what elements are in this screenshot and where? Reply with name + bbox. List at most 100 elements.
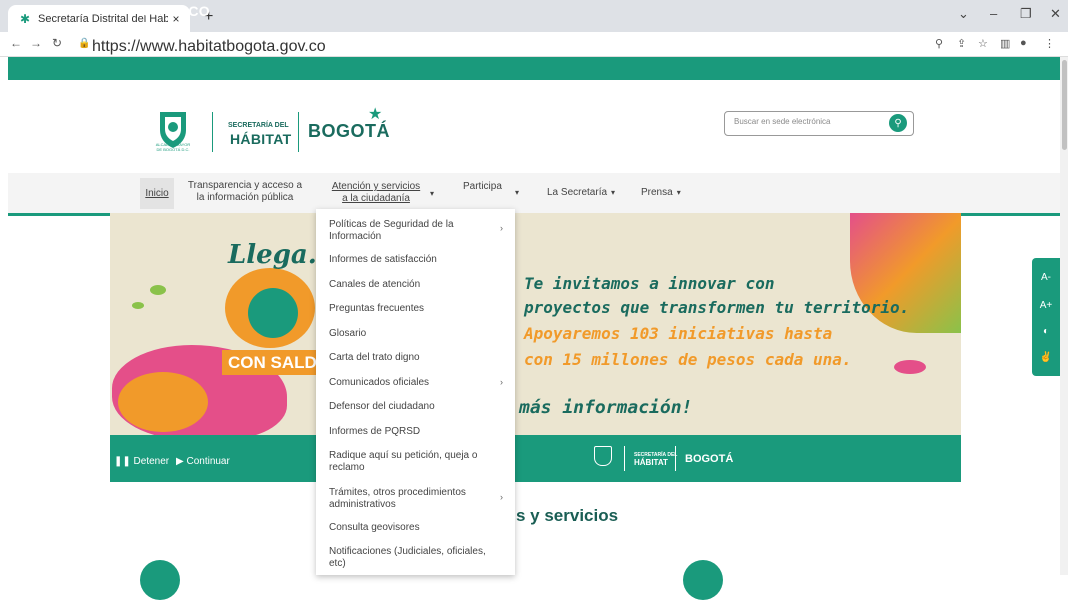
menu-item-label: Políticas de Seguridad de la bbox=[329, 219, 454, 230]
lock-icon[interactable]: 🔒 bbox=[78, 38, 90, 49]
menu-item-pqrsd[interactable]: Informes de PQRSD bbox=[329, 426, 499, 438]
banner-line: proyectos que transformen tu territorio. bbox=[524, 298, 910, 317]
menu-item-defensor[interactable]: Defensor del ciudadano bbox=[329, 401, 499, 413]
profile-icon[interactable]: ● bbox=[1020, 37, 1027, 49]
nav-secretaria-label: La Secretaría bbox=[547, 187, 608, 198]
menu-item-geovisores[interactable]: Consulta geovisores bbox=[329, 522, 499, 534]
play-icon: ▶ bbox=[176, 456, 187, 467]
forward-icon[interactable]: → bbox=[30, 36, 42, 50]
section-title: s y servicios bbox=[516, 506, 619, 525]
contrast-icon[interactable]: ◐ bbox=[1032, 326, 1060, 337]
menu-item-politicas[interactable]: Políticas de Seguridad de la Información bbox=[329, 219, 499, 243]
banner-decoration bbox=[248, 288, 298, 338]
banner-line: con 15 millones de pesos cada una. bbox=[524, 350, 852, 369]
slider-controls bbox=[110, 435, 961, 482]
nav-transparencia-line1: Transparencia y acceso a bbox=[187, 180, 303, 191]
nav-transparencia-line2: la información pública bbox=[196, 192, 294, 203]
nav-participa[interactable]: Participa bbox=[463, 181, 502, 193]
menu-item-tramites[interactable]: Trámites, otros procedimientos administra… bbox=[329, 487, 499, 511]
star-icon: ★ bbox=[368, 106, 383, 123]
chevron-down-icon: ▾ bbox=[611, 188, 616, 197]
menu-item-canales[interactable]: Canales de atención bbox=[329, 279, 499, 291]
favicon-icon: ✱ bbox=[19, 11, 31, 26]
banner-more-info[interactable]: más información! bbox=[519, 397, 692, 418]
service-icon[interactable] bbox=[140, 560, 180, 600]
shield-icon bbox=[594, 446, 612, 466]
search-placeholder: Buscar en sede electrónica bbox=[734, 117, 831, 126]
banner-line: Te invitamos a innovar con bbox=[524, 274, 775, 293]
menu-item-radique[interactable]: Radique aquí su petición, queja o reclamo bbox=[329, 450, 499, 474]
logo-divider bbox=[298, 112, 299, 152]
maximize-icon[interactable]: ❐ bbox=[1020, 6, 1032, 22]
nav-participa-label: Participa bbox=[463, 181, 502, 192]
banner-consal: CON SALD bbox=[222, 350, 324, 375]
menu-item-label: Radique aquí su petición, queja o bbox=[329, 450, 478, 461]
nav-atencion-line2: a la ciudadanía bbox=[342, 193, 410, 204]
back-icon[interactable]: ← bbox=[10, 36, 22, 50]
menu-item-label: Información bbox=[329, 231, 382, 242]
sign-language-icon[interactable]: ✌ bbox=[1032, 352, 1060, 363]
banner-decoration bbox=[118, 372, 208, 432]
bogota-logo[interactable]: BOGOTÁ bbox=[308, 121, 390, 142]
url-text[interactable]: https://www.habitatbogota.gov.co bbox=[92, 38, 326, 56]
banner-line: Apoyaremos 103 iniciativas hasta bbox=[524, 324, 833, 343]
secretaria-label: SECRETARÍA DEL bbox=[228, 122, 289, 129]
logo-divider bbox=[624, 446, 625, 471]
banner-decoration bbox=[894, 360, 926, 374]
share-icon[interactable]: ⇪ bbox=[957, 37, 966, 50]
nav-prensa-label: Prensa bbox=[641, 187, 673, 198]
increase-font-button[interactable]: A+ bbox=[1032, 300, 1060, 311]
slider-bogota: BOGOTÁ bbox=[685, 453, 734, 465]
menu-item-label: etc) bbox=[329, 558, 346, 569]
play-label: Continuar bbox=[186, 456, 230, 467]
pause-icon: ❚❚ bbox=[114, 456, 134, 467]
nav-atencion-line1: Atención y servicios bbox=[331, 181, 421, 192]
service-icon[interactable] bbox=[683, 560, 723, 600]
star-icon[interactable]: ☆ bbox=[978, 37, 988, 50]
search-icon[interactable]: ⚲ bbox=[889, 114, 907, 132]
decrease-font-button[interactable]: A- bbox=[1032, 272, 1060, 283]
habitat-label[interactable]: HÁBITAT bbox=[230, 131, 291, 147]
chevron-down-icon: ▾ bbox=[676, 188, 681, 197]
nav-inicio-label: Inicio bbox=[145, 188, 169, 199]
slider-habitat: HÁBITAT bbox=[634, 458, 668, 467]
logo-divider bbox=[212, 112, 213, 152]
scrollbar-thumb[interactable] bbox=[1062, 60, 1067, 150]
play-button[interactable]: ▶ Continuar bbox=[176, 456, 230, 467]
banner-decoration bbox=[132, 302, 144, 309]
reload-icon[interactable]: ↻ bbox=[52, 36, 62, 50]
alcaldia-label: ALCALDÍA MAYOR DE BOGOTÁ D.C. bbox=[155, 142, 191, 152]
chevron-right-icon[interactable]: › bbox=[500, 223, 503, 233]
banner-decoration bbox=[150, 285, 166, 295]
logo-divider bbox=[675, 446, 676, 471]
menu-item-label: Trámites, otros procedimientos bbox=[329, 487, 466, 498]
pause-button[interactable]: ❚❚ Detener bbox=[114, 456, 169, 467]
menu-item-informes-satisfaccion[interactable]: Informes de satisfacción bbox=[329, 254, 499, 266]
chevron-down-icon[interactable]: ⌄ bbox=[958, 6, 969, 22]
nav-inicio[interactable]: Inicio bbox=[140, 178, 174, 209]
sidepanel-icon[interactable]: ▥ bbox=[1000, 37, 1010, 50]
chevron-right-icon[interactable]: › bbox=[500, 492, 503, 502]
gov-co-logo[interactable]: ⚙'GOV.CO bbox=[137, 3, 210, 20]
menu-icon[interactable]: ⋮ bbox=[1044, 37, 1055, 50]
close-window-icon[interactable]: ✕ bbox=[1050, 6, 1061, 22]
menu-item-preguntas[interactable]: Preguntas frecuentes bbox=[329, 303, 499, 315]
gov-bar bbox=[8, 57, 1060, 80]
menu-item-carta[interactable]: Carta del trato digno bbox=[329, 352, 499, 364]
pause-label: Detener bbox=[133, 456, 170, 467]
minimize-icon[interactable]: – bbox=[990, 6, 997, 21]
menu-item-comunicados[interactable]: Comunicados oficiales bbox=[329, 377, 499, 389]
menu-item-label: administrativos bbox=[329, 499, 396, 510]
chevron-down-icon[interactable]: ▾ bbox=[515, 187, 519, 199]
nav-atencion[interactable]: Atención y servicios a la ciudadanía bbox=[326, 181, 426, 205]
chevron-down-icon[interactable]: ▾ bbox=[430, 188, 434, 200]
nav-transparencia[interactable]: Transparencia y acceso a la información … bbox=[180, 180, 310, 204]
menu-item-label: Notificaciones (Judiciales, oficiales, bbox=[329, 546, 486, 557]
nav-prensa[interactable]: Prensa ▾ bbox=[641, 187, 681, 199]
menu-item-glosario[interactable]: Glosario bbox=[329, 328, 499, 340]
chevron-right-icon[interactable]: › bbox=[500, 377, 503, 387]
nav-secretaria[interactable]: La Secretaría ▾ bbox=[547, 187, 615, 199]
menu-item-notificaciones[interactable]: Notificaciones (Judiciales, oficiales, et… bbox=[329, 546, 499, 570]
zoom-icon[interactable]: ⚲ bbox=[935, 37, 943, 50]
menu-item-label: reclamo bbox=[329, 462, 365, 473]
